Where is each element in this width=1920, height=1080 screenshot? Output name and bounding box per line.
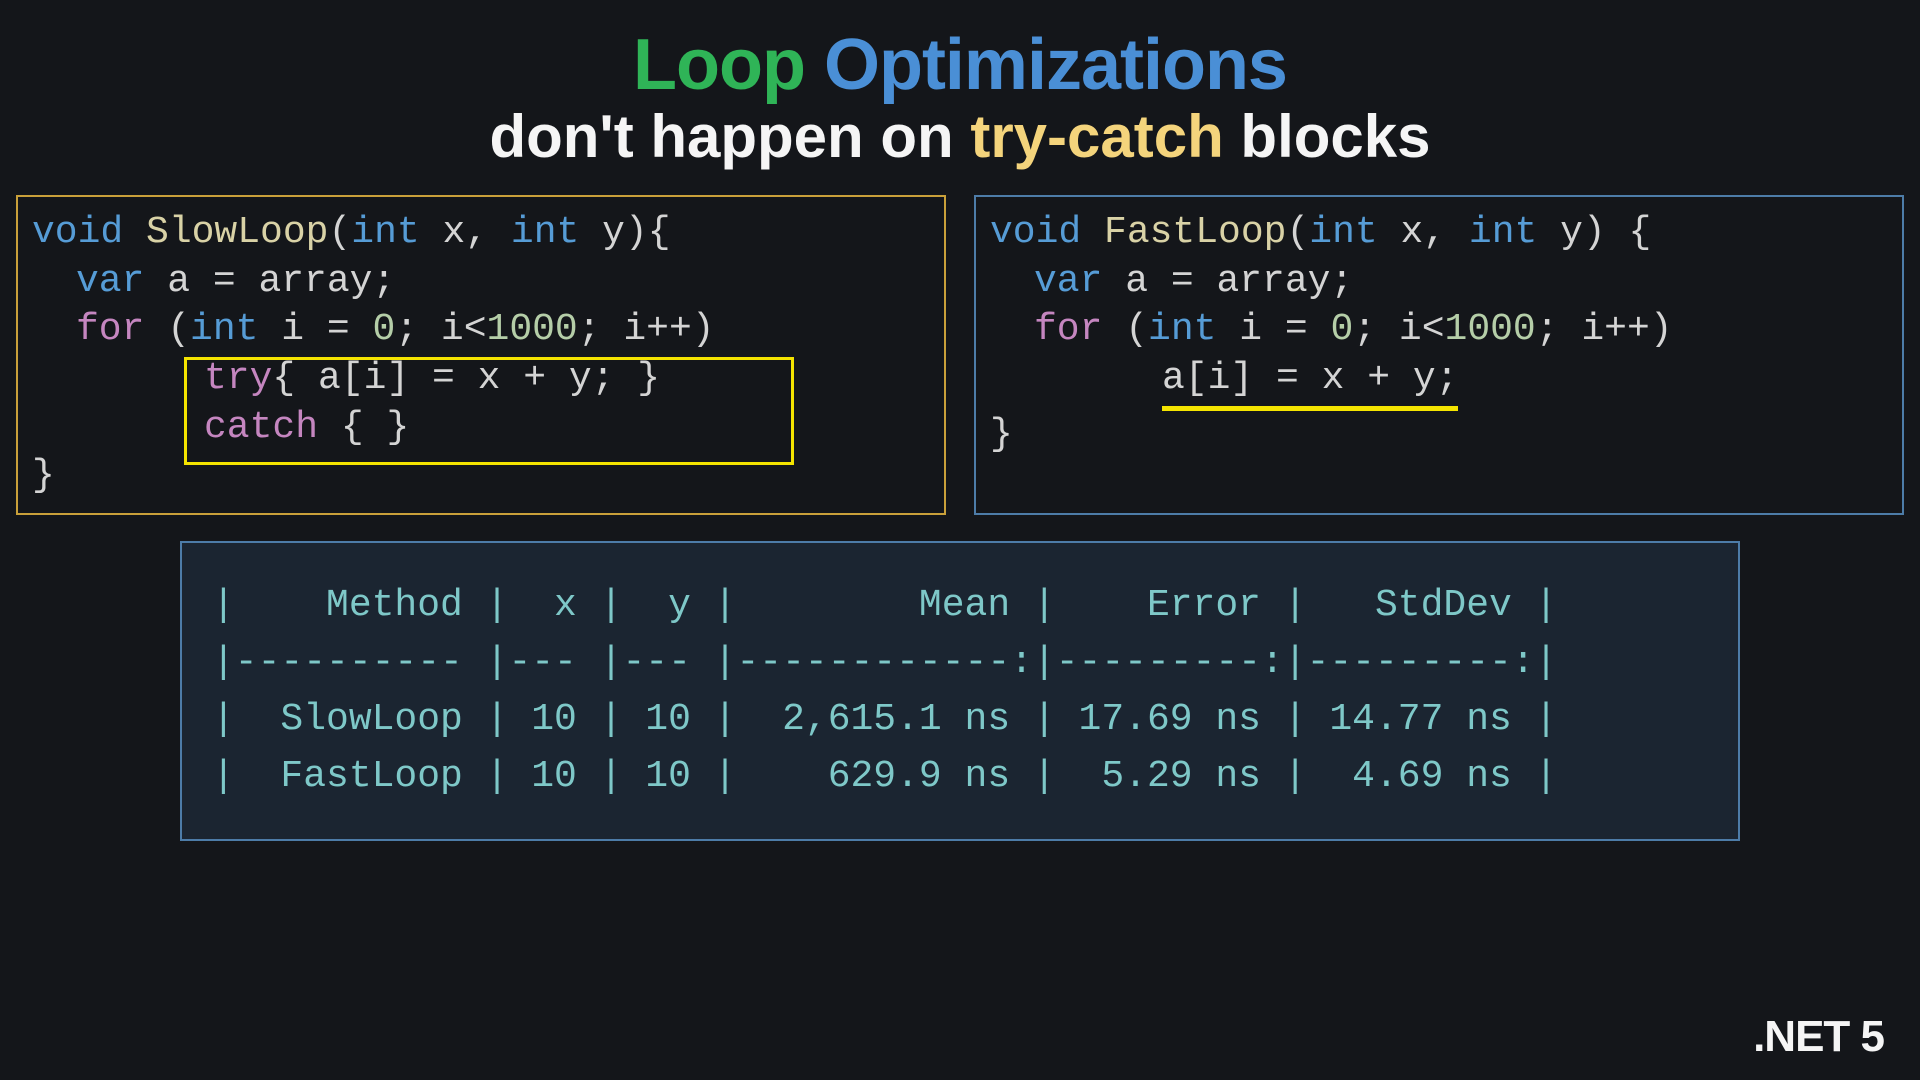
code-line: void SlowLoop(int x, int y){: [32, 209, 930, 258]
code-line: try{ a[i] = x + y; }: [32, 355, 930, 404]
benchmark-table: | Method | x | y | Mean | Error | StdDev…: [180, 541, 1740, 841]
bench-divider: |---------- |--- |--- |------------:|---…: [212, 641, 1557, 684]
slide-title: Loop Optimizations don't happen on try-c…: [0, 0, 1920, 171]
code-line: for (int i = 0; i<1000; i++): [32, 306, 930, 355]
slowloop-code-box: void SlowLoop(int x, int y){ var a = arr…: [16, 195, 946, 515]
code-line: for (int i = 0; i<1000; i++): [990, 306, 1888, 355]
subtitle-post: blocks: [1224, 103, 1431, 170]
code-line: }: [32, 452, 930, 501]
bench-row-slowloop: | SlowLoop | 10 | 10 | 2,615.1 ns | 17.6…: [212, 698, 1557, 741]
code-line: catch { }: [32, 404, 930, 453]
code-line: var a = array;: [990, 258, 1888, 307]
fastloop-code-box: void FastLoop(int x, int y) { var a = ar…: [974, 195, 1904, 515]
code-comparison-row: void SlowLoop(int x, int y){ var a = arr…: [0, 171, 1920, 515]
title-word-optimizations: Optimizations: [824, 25, 1287, 105]
title-word-loop: Loop: [633, 25, 805, 105]
code-line: a[i] = x + y;: [990, 355, 1888, 411]
code-line: void FastLoop(int x, int y) {: [990, 209, 1888, 258]
subtitle-highlight: try-catch: [970, 103, 1223, 170]
bench-row-fastloop: | FastLoop | 10 | 10 | 629.9 ns | 5.29 n…: [212, 755, 1557, 798]
code-line: var a = array;: [32, 258, 930, 307]
bench-header: | Method | x | y | Mean | Error | StdDev…: [212, 584, 1557, 627]
fast-assignment-underline: a[i] = x + y;: [1162, 355, 1458, 411]
subtitle-pre: don't happen on: [489, 103, 970, 170]
dotnet-version-label: .NET 5: [1753, 1012, 1884, 1062]
code-line: }: [990, 411, 1888, 460]
